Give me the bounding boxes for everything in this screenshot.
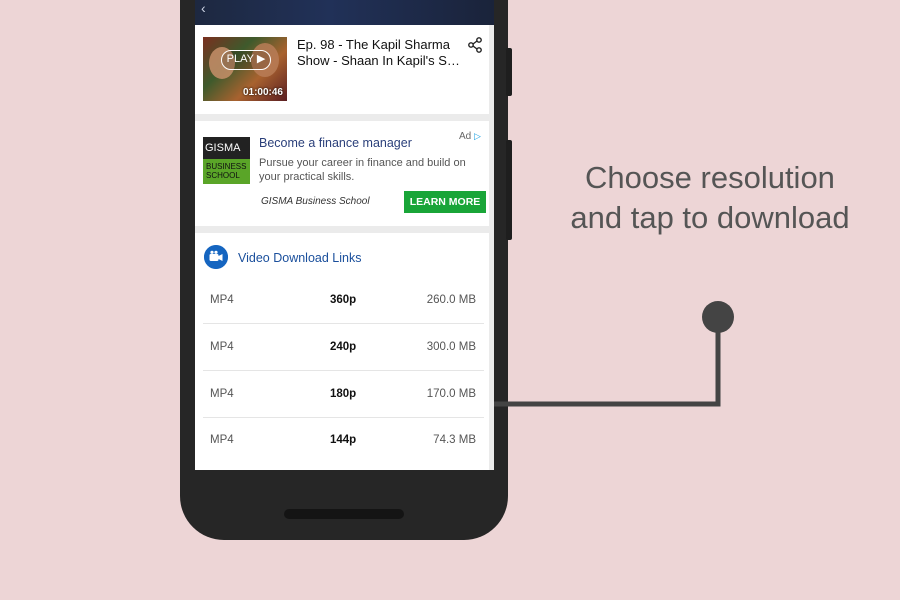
callout-line [494, 317, 718, 404]
instruction-caption: Choose resolution and tap to download [560, 158, 860, 238]
callout-dot [702, 301, 734, 333]
callout-connector [0, 0, 900, 600]
